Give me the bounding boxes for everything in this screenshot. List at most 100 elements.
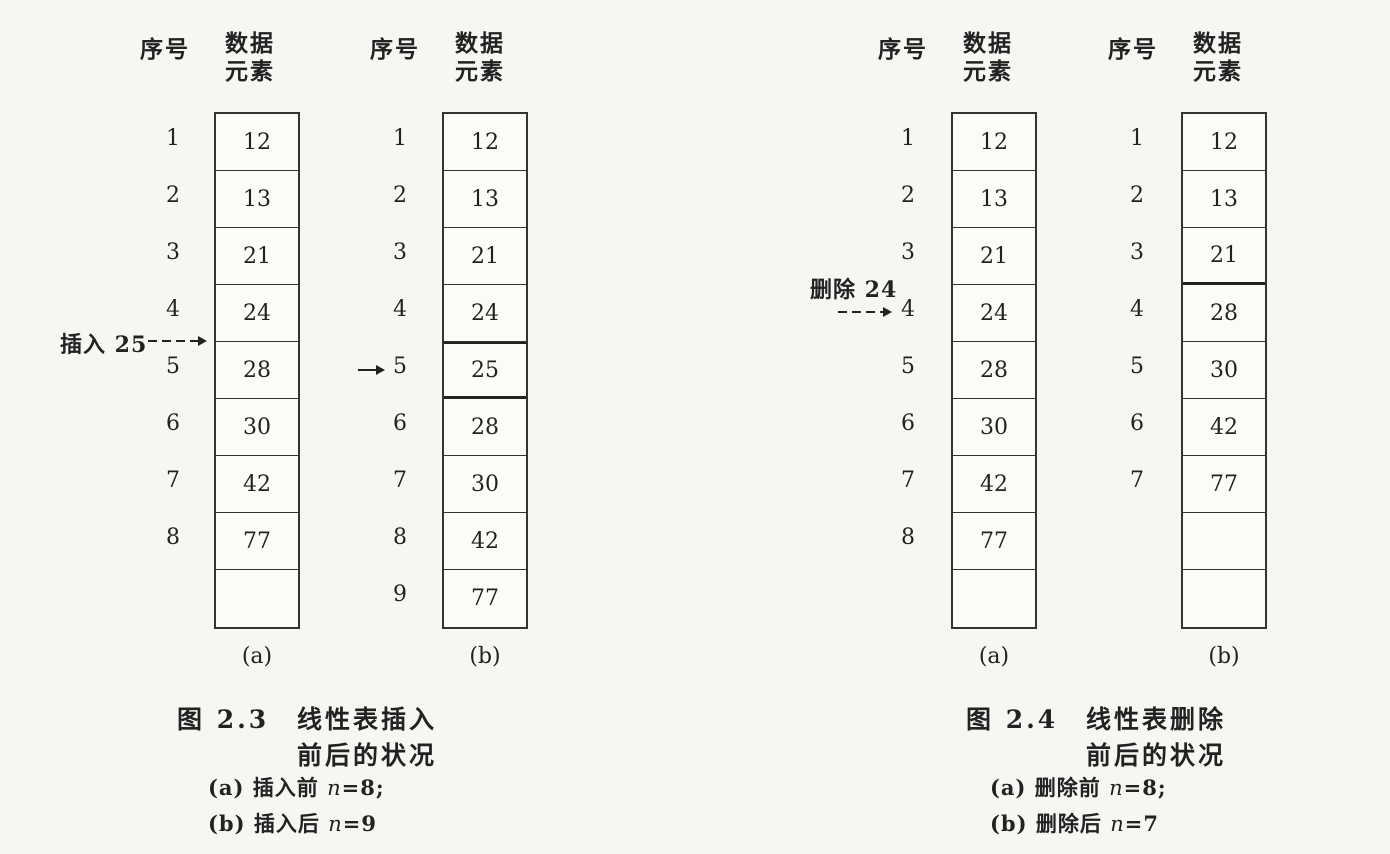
note-text: (a) 插入前: [208, 775, 328, 800]
data-cell: 13: [953, 171, 1035, 228]
data-cell: 12: [444, 114, 526, 171]
fig24-b-panel: 序号 数据 元素 1234567 12 13 21 28 30 42 77 (b): [1108, 0, 1267, 680]
seq-header: 序号: [878, 36, 928, 63]
note-text: (a) 删除前: [990, 775, 1110, 800]
data-cell: 13: [1183, 171, 1265, 228]
note-var: n: [1109, 776, 1124, 800]
row-index: 2: [901, 183, 915, 208]
row-index: 2: [1130, 183, 1144, 208]
data-header-line1: 数据: [455, 30, 505, 57]
note-text: (b) 插入后: [208, 811, 329, 836]
data-cell: 77: [953, 513, 1035, 570]
data-cell: 13: [444, 171, 526, 228]
row-index: 8: [393, 525, 407, 550]
fig24-caption-title-1: 线性表删除: [1086, 705, 1227, 734]
data-header-line2: 元素: [963, 58, 1013, 85]
fig24-note-a: (a) 删除前 n=8;: [990, 772, 1167, 802]
row-index: 8: [166, 525, 180, 550]
data-cell: 42: [953, 456, 1035, 513]
delete-annotation: 删除 24: [810, 277, 898, 303]
data-cell: 28: [953, 342, 1035, 399]
fig23-a-column: 12 13 21 24 28 30 42 77: [214, 112, 300, 629]
data-cell: [1183, 513, 1265, 570]
note-text: =9: [342, 811, 377, 836]
row-index: 6: [393, 411, 407, 436]
data-header: 数据 元素: [1183, 30, 1253, 86]
row-index: 5: [1130, 354, 1144, 379]
row-index: 7: [393, 468, 407, 493]
row-index: 4: [1130, 297, 1144, 322]
note-text: (b) 删除后: [990, 811, 1111, 836]
data-cell: 24: [953, 285, 1035, 342]
fig24-note-b: (b) 删除后 n=7: [990, 808, 1159, 838]
data-header-line2: 元素: [1193, 58, 1243, 85]
note-text: =8;: [1123, 775, 1167, 800]
fig23-note-b: (b) 插入后 n=9: [208, 808, 377, 838]
fig23-a-label: (a): [241, 644, 273, 669]
data-cell: 21: [953, 228, 1035, 285]
data-cell: 30: [953, 399, 1035, 456]
data-header: 数据 元素: [953, 30, 1023, 86]
row-index: 7: [1130, 468, 1144, 493]
fig23-b-label: (b): [469, 644, 501, 669]
seq-header: 序号: [370, 36, 420, 63]
data-cell: 12: [1183, 114, 1265, 171]
data-cell: 12: [953, 114, 1035, 171]
fig23-note-a: (a) 插入前 n=8;: [208, 772, 385, 802]
fig23-caption-title-2: 前后的状况: [297, 741, 438, 770]
fig24-a-label: (a): [978, 644, 1010, 669]
fig23-b-column: 12 13 21 24 25 28 30 42 77: [442, 112, 528, 629]
seq-header: 序号: [140, 36, 190, 63]
data-cell: 77: [471, 586, 499, 611]
data-header-line2: 元素: [455, 58, 505, 85]
row-index: 9: [393, 582, 407, 607]
row-index: 3: [393, 240, 407, 265]
data-header-line1: 数据: [225, 30, 275, 57]
data-cell: 77: [216, 513, 298, 570]
row-index: 8: [901, 525, 915, 550]
insert-annotation: 插入 25: [60, 332, 148, 358]
row-index: 5: [393, 354, 407, 379]
fig23-caption-number: 图 2.3: [177, 705, 270, 734]
fig24-caption-number: 图 2.4: [966, 705, 1059, 734]
inserted-position-arrow: [358, 365, 385, 375]
data-cell: 42: [216, 456, 298, 513]
row-index: 1: [166, 126, 180, 151]
fig23-b-panel: 序号 数据 元素 123456789 12 13 21 24 25 28 30 42 77 (b…: [370, 0, 528, 680]
fig24-b-column: 12 13 21 28 30 42 77: [1181, 112, 1267, 629]
data-header: 数据 元素: [445, 30, 515, 86]
data-cell: 13: [216, 171, 298, 228]
row-index: 1: [901, 126, 915, 151]
data-cell: 12: [216, 114, 298, 171]
data-cell: 77: [1183, 456, 1265, 513]
fig23-caption-title-1: 线性表插入: [297, 705, 438, 734]
data-header-line2: 元素: [225, 58, 275, 85]
row-index: 1: [1130, 126, 1144, 151]
data-cell: 24: [216, 285, 298, 342]
row-index: 3: [1130, 240, 1144, 265]
data-cell: [216, 570, 298, 627]
data-cell: 30: [1183, 342, 1265, 399]
data-header-line1: 数据: [1193, 30, 1243, 57]
row-index: 5: [166, 354, 180, 379]
row-index: 3: [901, 240, 915, 265]
row-index: 7: [901, 468, 915, 493]
data-cell: [1183, 570, 1265, 627]
data-cell: 25: [444, 342, 526, 399]
note-text: =8;: [341, 775, 385, 800]
seq-header: 序号: [1108, 36, 1158, 63]
row-index: 4: [166, 297, 180, 322]
fig24-caption-title-2: 前后的状况: [1086, 741, 1227, 770]
fig24-a-panel: 序号 数据 元素 12345678 12 13 21 24 28 30 42 77 (a): [878, 0, 1037, 680]
note-var: n: [1110, 812, 1125, 836]
row-index: 2: [166, 183, 180, 208]
data-cell: 42: [1183, 399, 1265, 456]
row-index: 6: [1130, 411, 1144, 436]
note-text: =7: [1124, 811, 1159, 836]
row-index: 5: [901, 354, 915, 379]
data-cell: 28: [444, 399, 526, 456]
insert-arrow: [148, 336, 207, 346]
data-cell: 42: [444, 513, 526, 570]
data-cell: 30: [444, 456, 526, 513]
row-index: 4: [393, 297, 407, 322]
